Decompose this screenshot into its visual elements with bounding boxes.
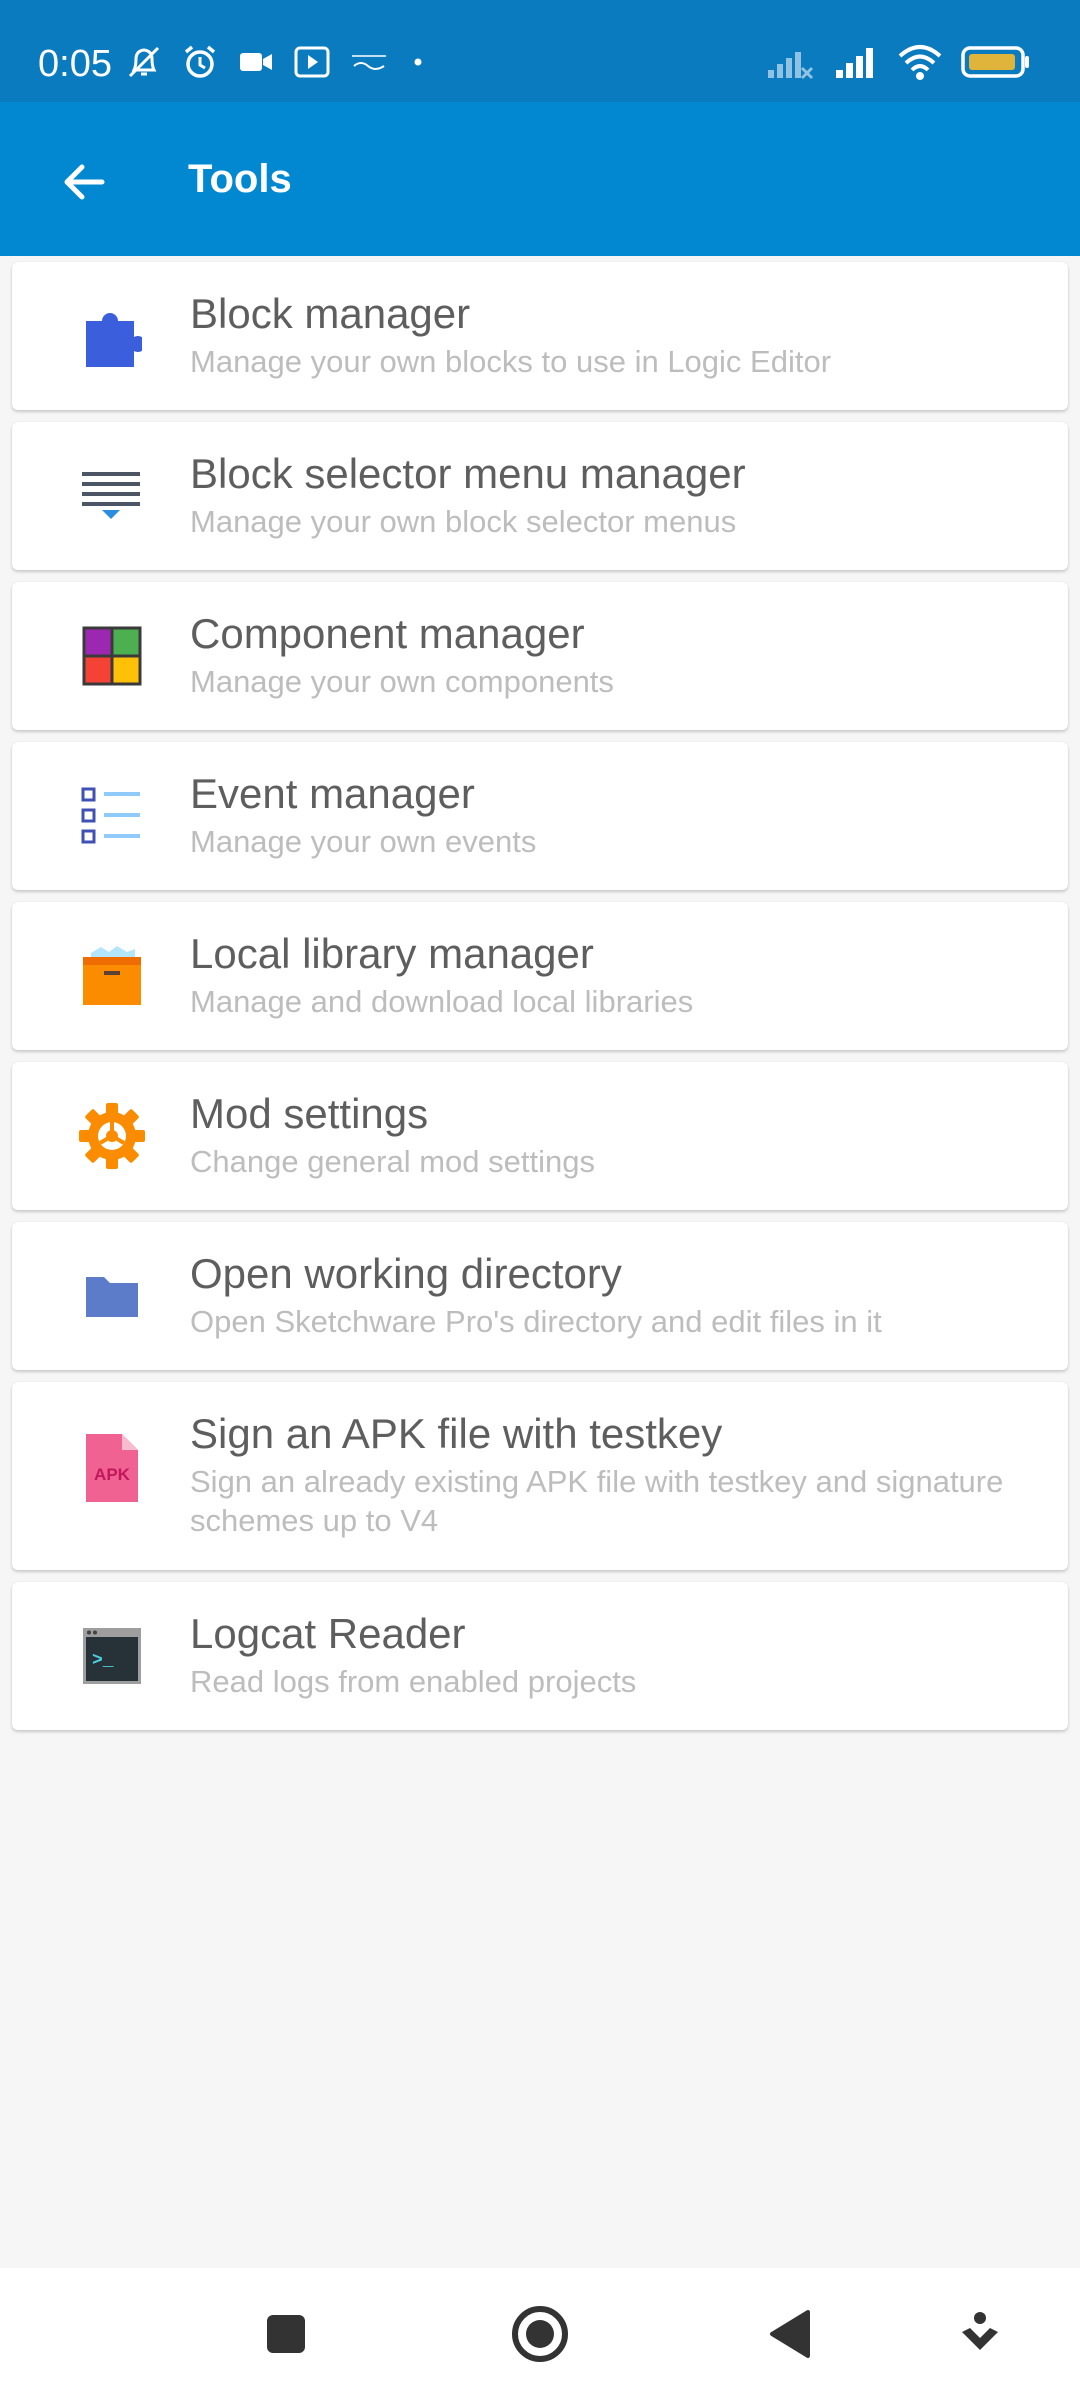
component-grid-icon <box>68 612 156 700</box>
signal-icon <box>832 42 880 87</box>
video-icon <box>236 42 276 87</box>
item-title: Logcat Reader <box>190 1610 466 1657</box>
list-item-block-manager[interactable]: Block manager Manage your own blocks to … <box>12 262 1068 410</box>
menu-lines-icon <box>68 452 156 540</box>
item-title: Local library manager <box>190 930 594 977</box>
navigation-bar <box>0 2268 1080 2400</box>
item-title: Mod settings <box>190 1090 429 1137</box>
back-triangle-icon <box>766 2308 814 2365</box>
app-bar: Tools <box>0 102 1080 256</box>
folder-icon <box>68 1252 156 1340</box>
dot-icon <box>408 42 428 87</box>
status-bar: 0:05 <box>0 0 1080 102</box>
item-subtitle: Manage your own components <box>190 664 614 699</box>
puzzle-icon <box>68 292 156 380</box>
assistant-button[interactable] <box>936 2292 1024 2380</box>
item-subtitle: Manage and download local libraries <box>190 984 694 1019</box>
item-title: Block manager <box>190 290 471 337</box>
list-item-block-selector-menu-manager[interactable]: Block selector menu manager Manage your … <box>12 422 1068 570</box>
item-subtitle: Change general mod settings <box>190 1144 595 1179</box>
apk-icon-label: APK <box>94 1465 131 1484</box>
item-subtitle: Manage your own blocks to use in Logic E… <box>190 344 832 379</box>
battery-icon <box>960 42 1032 87</box>
list-item-component-manager[interactable]: Component manager Manage your own compon… <box>12 582 1068 730</box>
onda-icon <box>348 42 392 87</box>
item-title: Block selector menu manager <box>190 450 746 497</box>
gear-icon <box>68 1092 156 1180</box>
item-subtitle: Manage your own block selector menus <box>190 504 737 539</box>
item-subtitle: Sign an already existing APK file with t… <box>190 1464 1004 1538</box>
item-title: Open working directory <box>190 1250 622 1297</box>
list-item-open-working-directory[interactable]: Open working directory Open Sketchware P… <box>12 1222 1068 1370</box>
apk-file-icon: APK <box>68 1418 156 1518</box>
terminal-icon-label: >_ <box>92 1651 114 1671</box>
recents-square-icon <box>264 2312 308 2361</box>
item-title: Component manager <box>190 610 585 657</box>
list-item-logcat-reader[interactable]: >_ Logcat Reader Read logs from enabled … <box>12 1582 1068 1730</box>
list-item-local-library-manager[interactable]: Local library manager Manage and downloa… <box>12 902 1068 1050</box>
back-nav-button[interactable] <box>746 2292 834 2380</box>
recents-button[interactable] <box>242 2292 330 2380</box>
page-title: Tools <box>188 157 292 201</box>
back-button[interactable] <box>44 144 124 224</box>
home-button[interactable] <box>496 2292 584 2380</box>
youtube-icon <box>292 42 332 87</box>
signal-off-icon <box>764 42 816 87</box>
box-icon <box>68 932 156 1020</box>
item-subtitle: Manage your own events <box>190 824 537 859</box>
checklist-icon <box>68 772 156 860</box>
arrow-back-icon <box>58 156 110 213</box>
list-item-sign-apk[interactable]: APK Sign an APK file with testkey Sign a… <box>12 1382 1068 1570</box>
item-title: Sign an APK file with testkey <box>190 1410 723 1457</box>
list-item-event-manager[interactable]: Event manager Manage your own events <box>12 742 1068 890</box>
status-icons-right <box>764 42 1032 86</box>
home-circle-icon <box>510 2304 570 2369</box>
item-subtitle: Read logs from enabled projects <box>190 1664 637 1699</box>
item-subtitle: Open Sketchware Pro's directory and edit… <box>190 1304 882 1339</box>
terminal-icon: >_ <box>68 1612 156 1700</box>
status-time: 0:05 <box>38 43 112 85</box>
status-icons-left <box>124 42 428 86</box>
battery-fill <box>969 53 1015 70</box>
list-item-mod-settings[interactable]: Mod settings Change general mod settings <box>12 1062 1068 1210</box>
item-title: Event manager <box>190 770 475 817</box>
alarm-icon <box>180 42 220 87</box>
wifi-icon <box>896 42 944 87</box>
mute-alarm-icon <box>124 42 164 87</box>
assistant-icon <box>958 2310 1002 2363</box>
